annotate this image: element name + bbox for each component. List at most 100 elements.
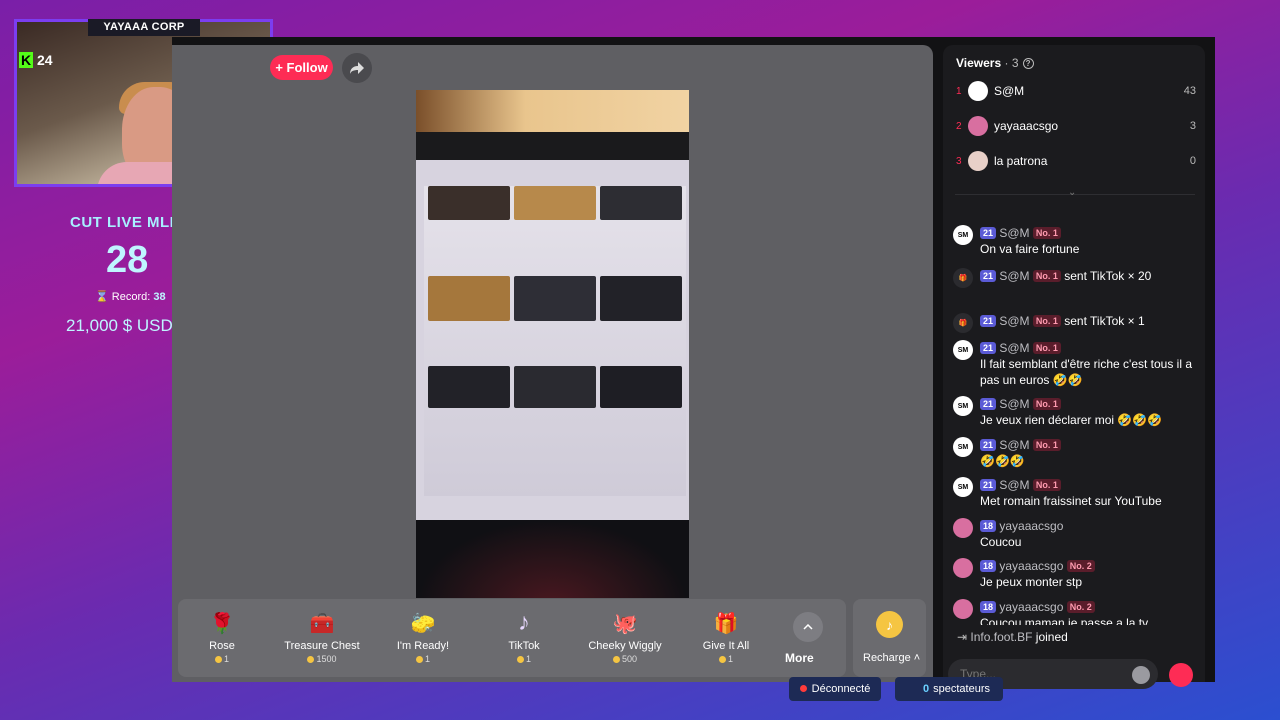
coin-icon — [307, 656, 315, 664]
follow-button[interactable]: + Follow — [270, 55, 333, 80]
chat-username[interactable]: S@M — [999, 438, 1029, 452]
share-button[interactable] — [342, 53, 372, 83]
chat-username[interactable]: yayaaacsgo — [999, 559, 1063, 573]
give-it-all-icon: 🎁 — [713, 612, 739, 635]
chat-text: sent TikTok × 1 — [1064, 314, 1145, 328]
kick-logo-icon: K — [19, 52, 33, 68]
gift-name: TikTok — [508, 640, 540, 652]
wiggly-icon: 🐙 — [612, 612, 638, 635]
chat-text: Met romain fraissinet sur YouTube — [980, 494, 1162, 508]
rank-badge: No. 1 — [1032, 342, 1061, 354]
rank-badge: No. 1 — [1032, 270, 1061, 282]
rank-badge: No. 1 — [1032, 315, 1061, 327]
record-label: Record: — [111, 291, 151, 303]
chat-message: 🎁 21 S@M No. 1 sent TikTok × 20 — [953, 268, 1198, 288]
help-icon[interactable]: ? — [1022, 58, 1034, 69]
chat-username[interactable]: S@M — [999, 269, 1029, 283]
gift-item[interactable]: 🧽 I'm Ready! 1 — [378, 599, 468, 677]
video-keyboard — [416, 520, 689, 598]
chat-username[interactable]: S@M — [999, 341, 1029, 355]
chat-username[interactable]: S@M — [999, 478, 1029, 492]
level-badge: 21 — [980, 227, 997, 239]
avatar — [953, 558, 973, 578]
joined-notice: ⇥ Info.foot.BF joined — [957, 630, 1068, 644]
stream-video[interactable] — [416, 90, 689, 598]
chat-username[interactable]: yayaaacsgo — [999, 519, 1063, 533]
viewers-header: Viewers · 3? — [956, 56, 1034, 70]
level-badge: 21 — [980, 342, 997, 354]
gift-bar: 🌹 Rose 1 🧰 Treasure Chest 1500 🧽 I'm Rea… — [178, 599, 846, 677]
spectators-counter: 0 spectateurs — [895, 677, 1003, 701]
chat-username[interactable]: S@M — [999, 397, 1029, 411]
gift-cost: 1500 — [277, 654, 367, 664]
viewer-row[interactable]: 2 yayaaacsgo 3 — [956, 115, 1196, 137]
chat-message: 🎁 21 S@M No. 1 sent TikTok × 1 — [953, 313, 1198, 333]
like-heart-icon[interactable] — [1169, 663, 1193, 687]
gift-cost: 1 — [378, 654, 468, 664]
chevron-down-icon[interactable]: ⌄ — [1068, 187, 1076, 198]
chat-message: SM 21 S@M No. 1 Met romain fraissinet sur… — [953, 477, 1198, 509]
level-badge: 18 — [980, 520, 997, 532]
chat-text: Je veux rien déclarer moi 🤣🤣🤣 — [980, 413, 1163, 427]
gift-cost: 1 — [681, 654, 771, 664]
rank-badge: No. 2 — [1066, 601, 1095, 613]
coin-icon — [516, 656, 524, 664]
rank-badge: No. 2 — [1066, 560, 1095, 572]
kick-viewer-count: 24 — [37, 52, 53, 68]
chat-message: SM 21 S@M No. 1 Je veux rien déclarer moi… — [953, 396, 1198, 428]
chat-text: Coucou — [980, 535, 1022, 549]
viewer-row[interactable]: 3 la patrona 0 — [956, 150, 1196, 172]
rank-badge: No. 1 — [1032, 439, 1061, 451]
level-badge: 21 — [980, 315, 997, 327]
emoji-icon[interactable] — [1132, 666, 1150, 684]
more-gifts-button[interactable] — [793, 612, 823, 642]
gift-cost: 1 — [177, 654, 267, 664]
gift-name: Rose — [209, 640, 235, 652]
chat-text: On va faire fortune — [980, 242, 1080, 256]
chat-username[interactable]: S@M — [999, 226, 1029, 240]
chat-username[interactable]: S@M — [999, 314, 1029, 328]
gift-name: Treasure Chest — [284, 640, 360, 652]
gift-icon: 🎁 — [953, 313, 973, 333]
enter-icon: ⇥ — [957, 630, 968, 644]
record: ⌛ Record: 38 — [95, 291, 166, 303]
rank-badge: No. 1 — [1032, 227, 1061, 239]
chevron-up-icon — [803, 624, 813, 630]
channel-name: YAYAAA CORP — [88, 19, 200, 36]
chat-text: sent TikTok × 20 — [1064, 269, 1152, 283]
gift-name: I'm Ready! — [396, 640, 450, 652]
gift-item[interactable]: 🧰 Treasure Chest 1500 — [277, 599, 367, 677]
gift-item[interactable]: ♪ TikTok 1 — [479, 599, 569, 677]
coin-icon — [612, 656, 620, 664]
coin-icon — [214, 656, 222, 664]
chat-text: 🤣🤣🤣 — [980, 454, 1025, 468]
gift-item[interactable]: 🎁 Give It All 1 — [681, 599, 771, 677]
coin-icon — [718, 656, 726, 664]
chat-message: 18 yayaaacsgo No. 2 Coucou maman je passe… — [953, 599, 1198, 625]
chat-text: Coucou maman je passe a la tv — [980, 616, 1149, 625]
level-badge: 21 — [980, 479, 997, 491]
gift-item[interactable]: 🐙 Cheeky Wiggly 500 — [580, 599, 670, 677]
gift-cost: 500 — [580, 654, 670, 664]
chat-text: Je peux monter stp — [980, 575, 1083, 589]
gift-icon: 🎁 — [953, 268, 973, 288]
gift-name: Give It All — [702, 640, 750, 652]
avatar — [968, 116, 988, 136]
viewer-row[interactable]: 1 S@M 43 — [956, 80, 1196, 102]
recharge-label[interactable]: Recharge ˄ — [863, 652, 920, 664]
sponge-icon: 🧽 — [410, 612, 436, 635]
level-badge: 21 — [980, 439, 997, 451]
gift-item[interactable]: 🌹 Rose 1 — [177, 599, 267, 677]
chat-message: SM 21 S@M No. 1 On va faire fortune — [953, 225, 1198, 257]
avatar: SM — [953, 340, 973, 360]
level-badge: 18 — [980, 560, 997, 572]
level-badge: 18 — [980, 601, 997, 613]
more-label[interactable]: More — [785, 651, 814, 665]
connection-status: Déconnecté — [789, 677, 881, 701]
chat-username[interactable]: yayaaacsgo — [999, 600, 1063, 614]
record-value: 38 — [153, 291, 166, 303]
tiktok-icon: ♪ — [518, 609, 530, 636]
treasure-chest-icon: 🧰 — [309, 612, 335, 635]
gift-name: Cheeky Wiggly — [588, 640, 662, 652]
rank-badge: No. 1 — [1032, 479, 1061, 491]
